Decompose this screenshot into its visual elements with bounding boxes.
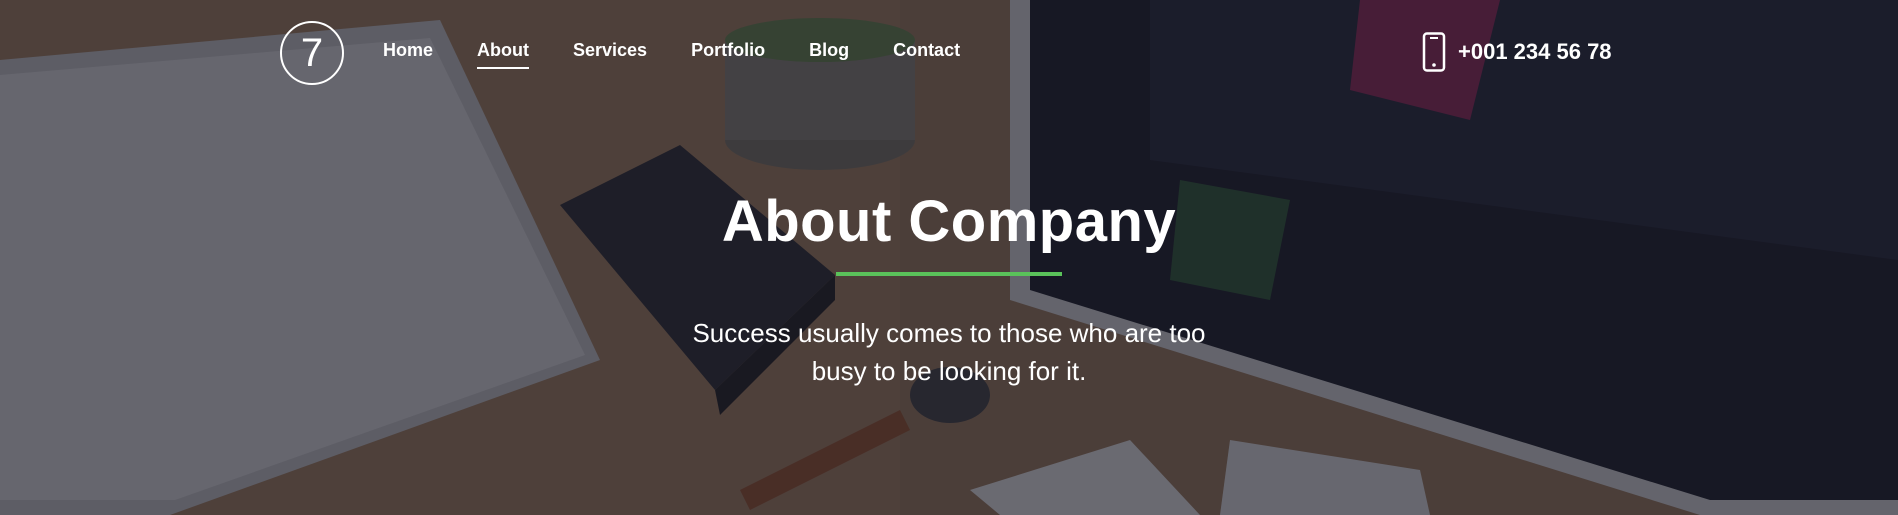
nav-services[interactable]: Services — [573, 40, 647, 67]
nav-portfolio[interactable]: Portfolio — [691, 40, 765, 67]
hero-section: 7 Home About Services Portfolio Blog Con… — [0, 0, 1898, 515]
header-phone[interactable]: +001 234 56 78 — [1422, 32, 1612, 72]
logo[interactable]: 7 — [280, 21, 344, 85]
nav-contact[interactable]: Contact — [893, 40, 960, 67]
nav-home[interactable]: Home — [383, 40, 433, 67]
page-title: About Company — [721, 189, 1177, 254]
site-header: 7 Home About Services Portfolio Blog Con… — [0, 0, 1898, 104]
main-nav: Home About Services Portfolio Blog Conta… — [383, 40, 1004, 69]
nav-about[interactable]: About — [477, 40, 529, 69]
smartphone-icon — [1422, 32, 1446, 72]
hero-subtitle: Success usually comes to those who are t… — [692, 317, 1206, 386]
nav-blog[interactable]: Blog — [809, 40, 849, 67]
title-divider — [836, 271, 1062, 276]
hero-content: About Company Success usually comes to t… — [0, 190, 1898, 390]
phone-number[interactable]: +001 234 56 78 — [1458, 39, 1612, 65]
